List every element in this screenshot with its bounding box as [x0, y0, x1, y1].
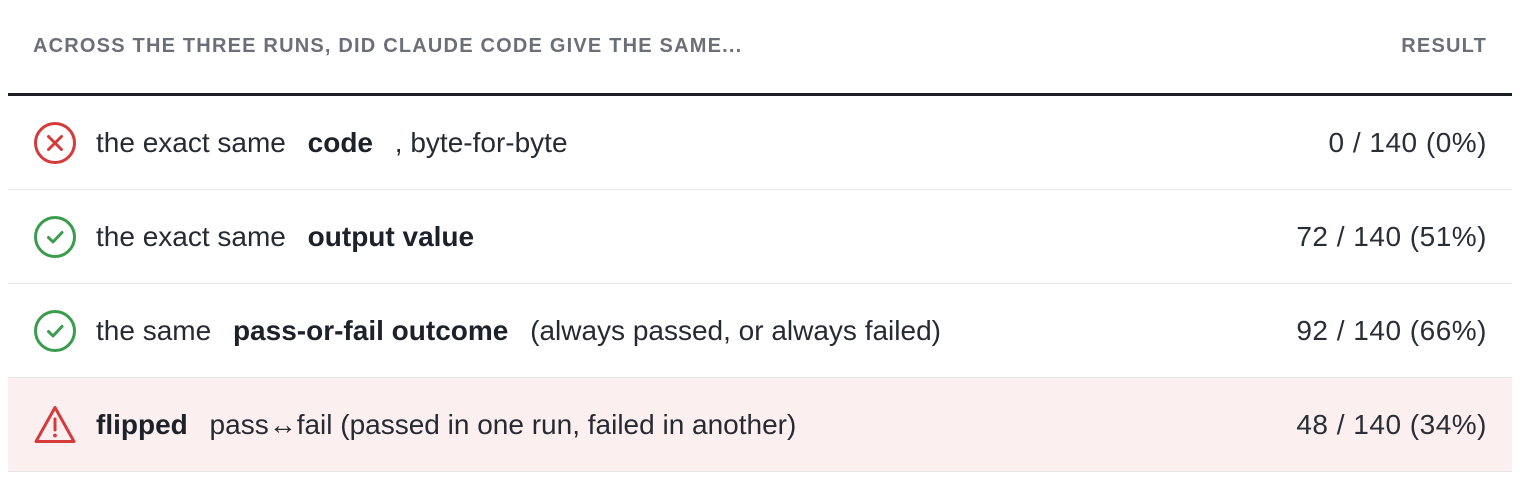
row-emphasis: code [307, 126, 374, 158]
row-result: 72 / 140 (51%) [1296, 220, 1487, 252]
row-emphasis: pass-or-fail outcome [232, 314, 509, 346]
row-suffix: (always passed, or always failed) [530, 314, 941, 346]
row-suffix: , byte-for-byte [394, 126, 568, 158]
check-circle-icon [33, 215, 77, 259]
row-emphasis: output value [307, 220, 475, 252]
x-circle-icon [33, 121, 77, 165]
row-result: 48 / 140 (34%) [1296, 408, 1487, 440]
row-prefix: the exact same [96, 220, 286, 252]
result-column-header: Result [1401, 35, 1487, 57]
question-column-header: Across the three runs, did Claude Code g… [33, 35, 743, 57]
row-prefix: the same [96, 314, 212, 346]
table-row-flipped: flipped pass↔fail (passed in one run, fa… [8, 378, 1512, 472]
row-prefix: the exact same [96, 126, 286, 158]
table-row-same-outcome: the same pass-or-fail outcome (always pa… [8, 284, 1512, 378]
row-suffix: pass↔fail (passed in one run, failed in … [209, 408, 797, 440]
row-result: 92 / 140 (66%) [1296, 314, 1487, 346]
table-row-same-code: the exact same code , byte-for-byte 0 / … [8, 96, 1512, 190]
row-emphasis: flipped [96, 408, 188, 440]
warning-triangle-icon [33, 403, 77, 447]
table-row-same-output: the exact same output value 72 / 140 (51… [8, 190, 1512, 284]
consistency-table: Across the three runs, did Claude Code g… [8, 0, 1512, 472]
check-circle-icon [33, 309, 77, 353]
row-result: 0 / 140 (0%) [1328, 126, 1487, 158]
table-header: Across the three runs, did Claude Code g… [8, 0, 1512, 96]
